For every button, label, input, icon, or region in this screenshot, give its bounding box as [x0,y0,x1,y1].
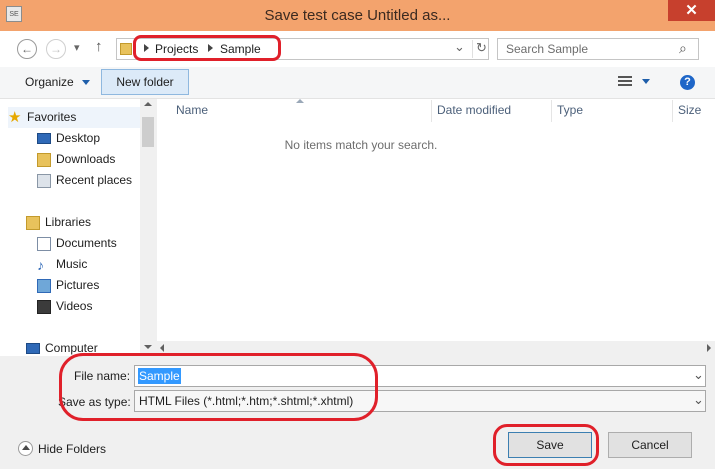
up-button[interactable]: ↑ [95,38,103,55]
sidebar-item-videos[interactable]: Videos [37,296,92,317]
column-header-type[interactable]: Type [557,100,583,120]
navigation-pane-scrollbar[interactable] [140,99,156,356]
address-highlight [133,35,281,61]
pictures-label: Pictures [56,278,100,292]
column-separator[interactable] [672,100,673,122]
music-label: Music [56,257,88,271]
search-icon[interactable]: ⌕ [679,40,687,57]
computer-icon [26,343,40,355]
scroll-down-icon[interactable] [144,345,152,349]
star-icon: ★ [8,108,22,126]
view-dropdown-icon[interactable] [642,79,650,84]
column-header-date-modified[interactable]: Date modified [437,100,511,120]
cancel-button[interactable]: Cancel [608,432,692,458]
chevron-down-icon [82,80,91,86]
refresh-icon[interactable]: ↻ [476,40,487,56]
column-separator[interactable] [431,100,432,122]
music-icon: ♪ [37,256,44,273]
search-input[interactable]: Search Sample ⌕ [497,38,699,60]
scroll-left-icon[interactable] [160,344,164,352]
help-icon[interactable]: ? [680,75,695,90]
sidebar-item-downloads[interactable]: Downloads [37,149,115,170]
recent-locations-button[interactable]: ▾ [74,41,80,54]
pictures-icon [37,278,51,293]
empty-message: No items match your search. [284,138,438,152]
videos-label: Videos [56,299,93,313]
sidebar-item-music[interactable]: ♪ Music [37,254,87,275]
libraries-icon [26,215,40,230]
recent-places-icon [37,173,51,188]
videos-icon [37,299,51,314]
sidebar-item-libraries[interactable]: Libraries [26,212,91,233]
hide-folders-icon[interactable] [18,441,33,456]
new-folder-button[interactable]: New folder [101,69,189,95]
forward-button[interactable]: → [46,39,66,59]
address-divider [472,40,473,58]
documents-label: Documents [56,236,117,250]
save-highlight [493,424,599,466]
downloads-icon [37,152,51,167]
desktop-label: Desktop [56,131,101,145]
organize-label: Organize [25,75,74,89]
favorites-label: Favorites [27,110,77,124]
scrollbar-thumb[interactable] [142,117,154,147]
downloads-label: Downloads [56,152,116,166]
sidebar-item-favorites[interactable]: ★ Favorites [8,107,140,128]
window-title: Save test case Untitled as... [264,7,451,24]
folder-icon [120,43,132,55]
documents-icon [37,236,51,251]
scroll-up-icon[interactable] [144,102,152,106]
organize-button[interactable]: Organize [25,70,91,94]
libraries-label: Libraries [45,215,92,229]
hide-folders-button[interactable]: Hide Folders [38,442,106,456]
navigation-pane: ★ Favorites Desktop Downloads Recent plac… [0,99,156,356]
chevron-down-icon[interactable]: ⌄ [693,367,704,383]
column-header-name[interactable]: Name [176,100,208,120]
column-separator[interactable] [551,100,552,122]
desktop-icon [37,133,51,145]
close-button[interactable]: ✕ [668,0,715,21]
file-list[interactable] [157,99,715,341]
sort-arrow-icon [296,99,304,103]
form-highlight [59,353,378,421]
sidebar-item-documents[interactable]: Documents [37,233,117,254]
chevron-down-icon[interactable]: ⌄ [693,392,704,408]
sidebar-item-recent-places[interactable]: Recent places [37,170,132,191]
search-placeholder: Search Sample [506,42,589,56]
column-header-size[interactable]: Size [678,100,701,120]
back-button[interactable]: ← [17,39,37,59]
recent-places-label: Recent places [56,173,133,187]
address-dropdown-icon[interactable]: ⌄ [454,39,465,55]
sidebar-item-desktop[interactable]: Desktop [37,128,100,149]
scroll-right-icon[interactable] [707,344,711,352]
sidebar-item-pictures[interactable]: Pictures [37,275,99,296]
view-options-icon[interactable] [618,76,632,87]
